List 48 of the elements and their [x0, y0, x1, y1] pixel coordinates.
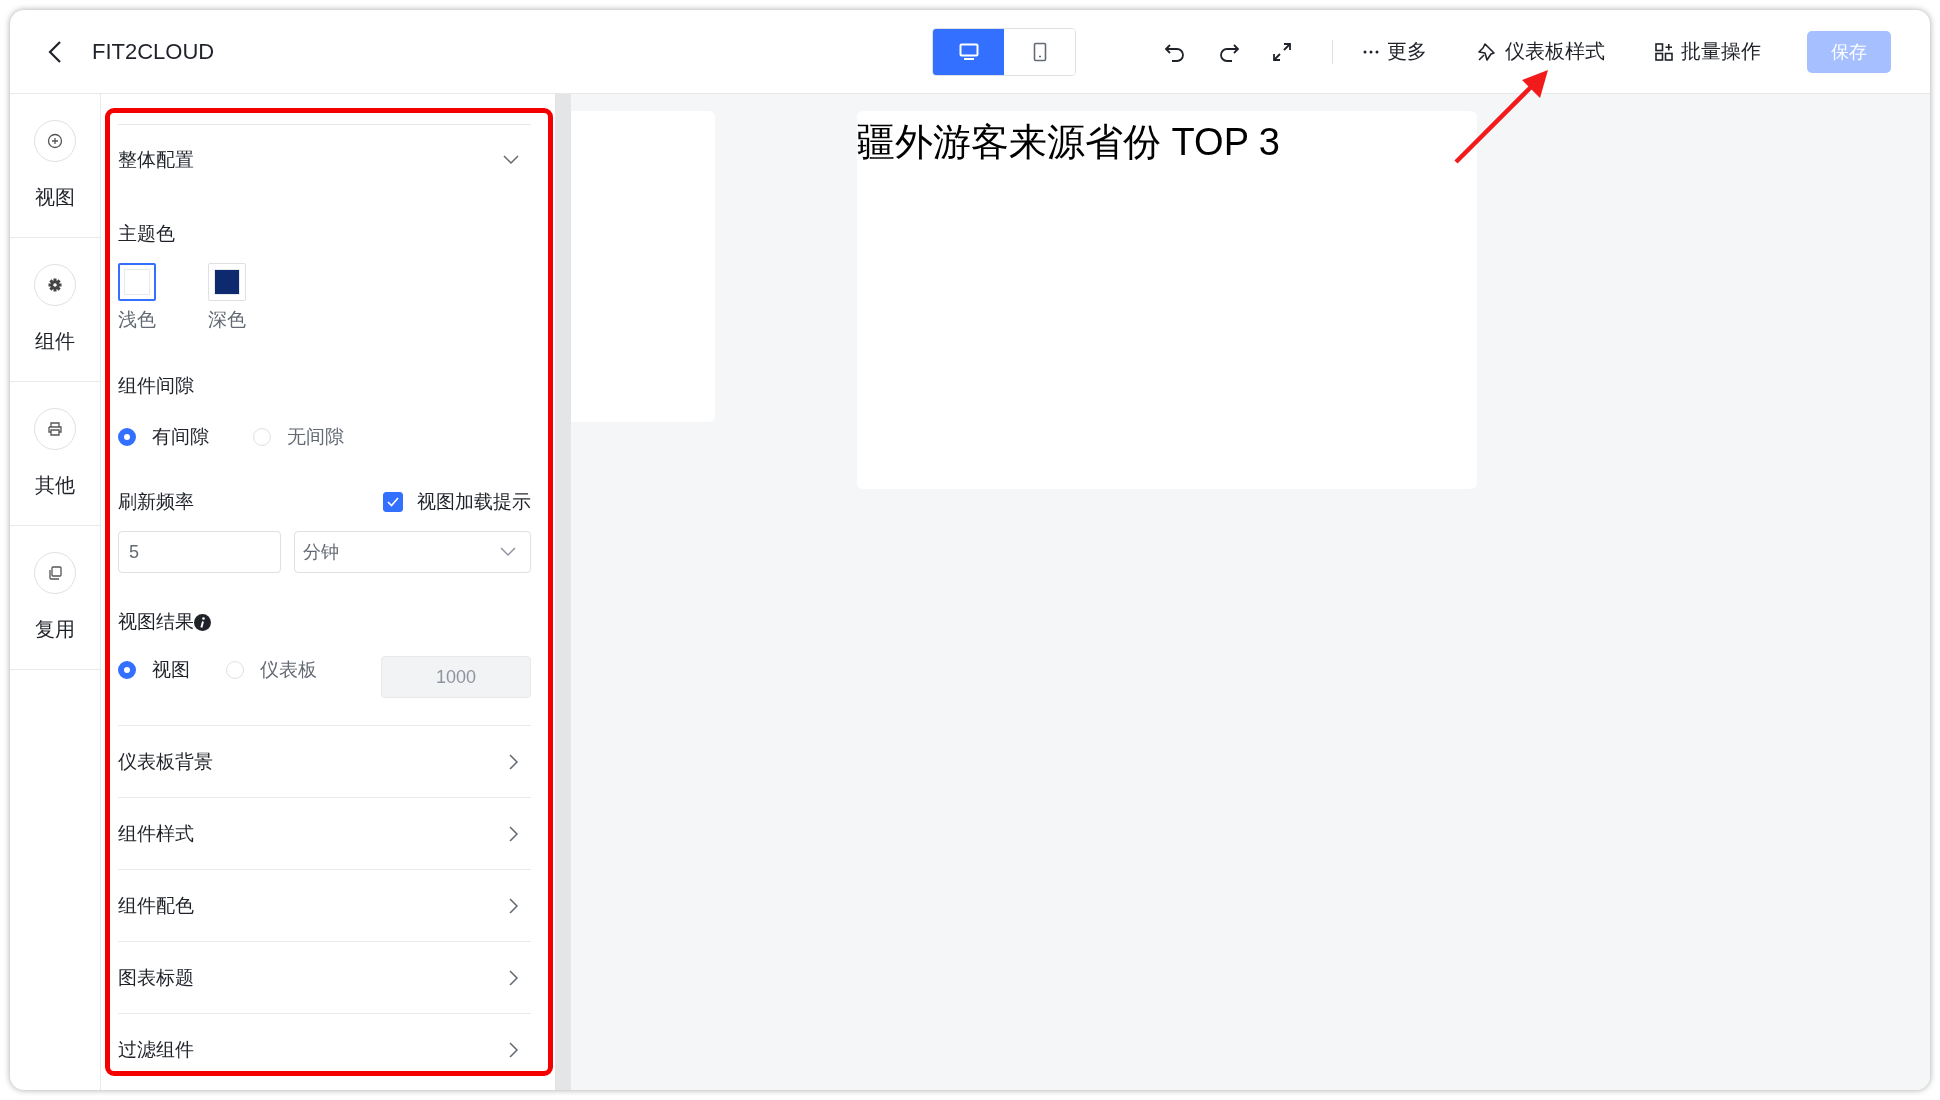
device-toggle[interactable] [932, 27, 1076, 76]
redo-icon[interactable] [1218, 41, 1240, 62]
rail-label[interactable]: 复用 [35, 616, 75, 643]
scrollbar[interactable] [555, 94, 571, 1090]
radio-label[interactable]: 仪表板 [260, 657, 317, 683]
theme-swatch[interactable] [118, 263, 156, 301]
rail-label[interactable]: 其他 [35, 472, 75, 499]
more-icon [1363, 49, 1379, 54]
rail-label[interactable]: 视图 [35, 184, 75, 211]
swatch-label: 深色 [208, 308, 246, 332]
info-icon [194, 613, 211, 631]
rail-label[interactable]: 组件 [35, 328, 75, 355]
dashboard-style-button[interactable]: 仪表板样式 [1477, 38, 1605, 65]
radio-label[interactable]: 无间隙 [287, 424, 344, 450]
desktop-view-tab[interactable] [933, 28, 1004, 75]
fullscreen-icon[interactable] [1272, 41, 1292, 62]
radio-button[interactable] [118, 661, 136, 679]
collapsed-section[interactable]: 图表标题 [118, 941, 531, 1013]
checkbox-label[interactable]: 视图加载提示 [417, 489, 531, 515]
collapsed-section[interactable]: 过滤组件 [118, 1013, 531, 1085]
phone-icon [1032, 41, 1047, 62]
monitor-icon [958, 42, 979, 61]
section-header[interactable]: 整体配置 [118, 124, 531, 195]
grid-icon [1655, 42, 1673, 61]
widget-title: 疆外游客来源省份 TOP 3 [857, 120, 1280, 165]
collapsed-section[interactable]: 仪表板背景 [118, 725, 531, 797]
checkbox[interactable] [383, 492, 403, 512]
app-title: FIT2CLOUD [92, 38, 216, 65]
unit-dropdown[interactable]: 分钟 [294, 531, 531, 573]
field-label: 主题色 [118, 222, 176, 246]
field-label: 刷新频率 [118, 490, 194, 514]
check-icon [387, 497, 399, 507]
radio-label[interactable]: 视图 [152, 657, 190, 683]
back-icon[interactable] [48, 39, 62, 64]
chart-widget[interactable]: 疆外游客来源省份 TOP 3 [857, 111, 1477, 489]
more-button[interactable]: 更多 [1363, 38, 1427, 65]
field-label: 视图结果 [118, 610, 194, 634]
field-label: 组件间隙 [118, 374, 195, 398]
collapsed-section[interactable]: 组件样式 [118, 797, 531, 869]
collapsed-section[interactable]: 组件配色 [118, 869, 531, 941]
pin-icon [1477, 41, 1497, 62]
swatch-label: 浅色 [118, 308, 156, 332]
chevron-icon [500, 547, 516, 557]
interval-field[interactable]: 5 [118, 531, 281, 573]
radio-label[interactable]: 有间隙 [152, 424, 209, 450]
undo-icon[interactable] [1164, 41, 1186, 62]
batch-operation-button[interactable]: 批量操作 [1655, 38, 1761, 65]
radio-button[interactable] [118, 428, 136, 446]
